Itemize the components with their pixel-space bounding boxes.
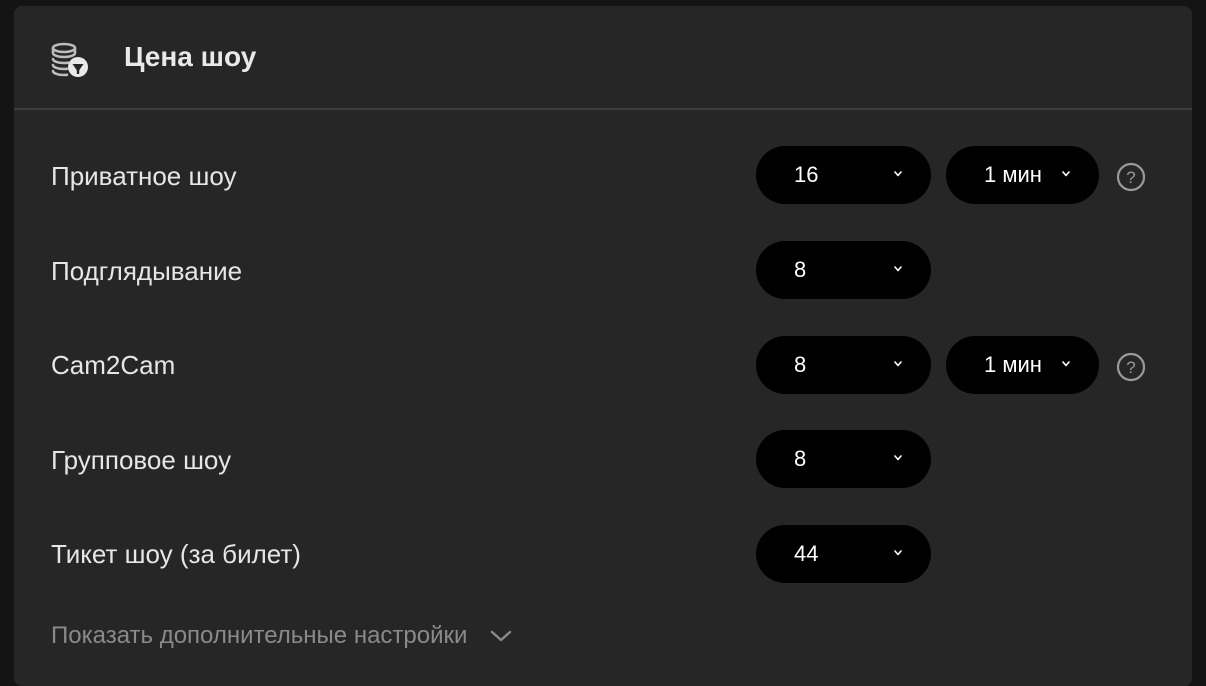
show-more-settings-toggle[interactable]: Показать дополнительные настройки bbox=[51, 620, 512, 652]
selected-value: 16 bbox=[794, 162, 819, 187]
ticket-show-price-select[interactable]: 44 bbox=[756, 525, 931, 583]
coins-price-tag-icon bbox=[51, 42, 88, 77]
peek-show-label: Подглядывание bbox=[51, 256, 243, 286]
private-show-price-select[interactable]: 16 bbox=[756, 146, 931, 204]
help-icon[interactable]: ? bbox=[1116, 352, 1146, 382]
selected-value: 1 мин bbox=[984, 162, 1042, 187]
help-icon[interactable]: ? bbox=[1116, 162, 1146, 192]
group-show-label: Групповое шоу bbox=[51, 445, 232, 475]
selected-value: 8 bbox=[794, 257, 807, 282]
selected-value: 44 bbox=[794, 541, 819, 566]
svg-text:?: ? bbox=[1126, 168, 1135, 187]
selected-value: 8 bbox=[794, 446, 807, 471]
page-title: Цена шоу bbox=[124, 41, 257, 72]
chevron-down-icon bbox=[490, 630, 512, 642]
chevron-down-icon bbox=[1062, 361, 1070, 367]
chevron-down-icon bbox=[1062, 171, 1070, 177]
selected-value: 8 bbox=[794, 352, 807, 377]
selected-value: 1 мин bbox=[984, 352, 1042, 377]
svg-text:?: ? bbox=[1126, 358, 1135, 377]
chevron-down-icon bbox=[894, 550, 902, 556]
chevron-down-icon bbox=[894, 171, 902, 177]
ticket-show-label: Тикет шоу (за билет) bbox=[51, 539, 301, 569]
chevron-down-icon bbox=[894, 455, 902, 461]
group-show-price-select[interactable]: 8 bbox=[756, 430, 931, 488]
show-price-panel: Цена шоу Приватное шоу 16 1 мин ? Подгля… bbox=[14, 6, 1192, 686]
cam2cam-label: Cam2Cam bbox=[51, 350, 176, 380]
peek-show-price-select[interactable]: 8 bbox=[756, 241, 931, 299]
chevron-down-icon bbox=[894, 361, 902, 367]
cam2cam-price-select[interactable]: 8 bbox=[756, 336, 931, 394]
panel-header: Цена шоу bbox=[14, 6, 1192, 110]
chevron-down-icon bbox=[894, 266, 902, 272]
private-show-duration-select[interactable]: 1 мин bbox=[946, 146, 1099, 204]
private-show-label: Приватное шоу bbox=[51, 161, 237, 191]
cam2cam-duration-select[interactable]: 1 мин bbox=[946, 336, 1099, 394]
show-more-settings-label: Показать дополнительные настройки bbox=[51, 622, 468, 649]
